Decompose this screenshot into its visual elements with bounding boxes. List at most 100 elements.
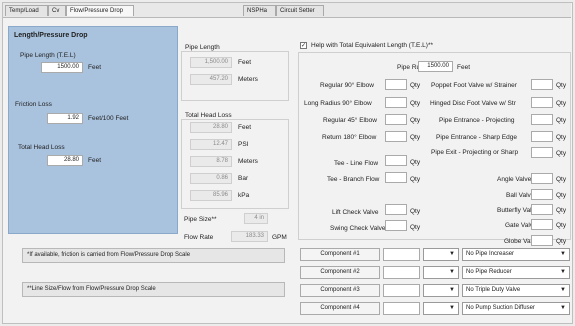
- chevron-down-icon: ▼: [449, 269, 455, 275]
- qty-label: Qty: [410, 100, 421, 107]
- tab-flow-pressure-drop[interactable]: Flow/Pressure Drop: [66, 5, 134, 16]
- chevron-down-icon: ▼: [560, 269, 566, 275]
- head-loss-kpa-unit: kPa: [238, 192, 250, 199]
- tel-help-checkbox[interactable]: ✓: [300, 42, 307, 49]
- tab-temp-load[interactable]: Temp/Load: [5, 5, 48, 16]
- component-2-button[interactable]: Component #2: [300, 266, 380, 279]
- pipe-run-input[interactable]: 1500.00: [418, 61, 453, 72]
- component-2-select[interactable]: ▼: [423, 266, 459, 279]
- head-loss-meters-unit: Meters: [238, 158, 258, 165]
- chevron-down-icon: ▼: [449, 251, 455, 257]
- tab-nspha[interactable]: NSPHa: [243, 5, 276, 16]
- pipe-length-unit: Feet: [88, 64, 102, 71]
- component-3-value[interactable]: [383, 284, 420, 297]
- qty-label: Qty: [556, 134, 567, 141]
- qty-label: Qty: [556, 176, 567, 183]
- component-2-value[interactable]: [383, 266, 420, 279]
- chevron-down-icon: ▼: [560, 305, 566, 311]
- component-4-value[interactable]: [383, 302, 420, 315]
- fitting-label: Return 180° Elbow: [322, 134, 377, 141]
- qty-label: Qty: [410, 176, 421, 183]
- qty-label: Qty: [556, 222, 567, 229]
- fitting-qty-input[interactable]: [531, 173, 553, 184]
- fitting-qty-input[interactable]: [385, 131, 407, 142]
- head-loss-psi-field: 12.47: [190, 139, 232, 150]
- component-4-select[interactable]: ▼: [423, 302, 459, 315]
- head-loss-kpa-field: 85.96: [190, 190, 232, 201]
- fitting-qty-input[interactable]: [385, 204, 407, 215]
- head-loss-meters-field: 8.78: [190, 156, 232, 167]
- total-head-loss-unit: Feet: [88, 157, 102, 164]
- qty-label: Qty: [556, 82, 567, 89]
- component-3-type-value: No Triple Duty Valve: [466, 287, 521, 293]
- total-head-loss-input[interactable]: 28.80: [47, 155, 83, 166]
- head-loss-group-title: Total Head Loss: [185, 112, 232, 119]
- component-1-select[interactable]: ▼: [423, 248, 459, 261]
- fitting-label: Hinged Disc Foot Valve w/ Str: [430, 100, 516, 107]
- pipe-length-group-title: Pipe Length: [185, 44, 220, 51]
- component-4-button[interactable]: Component #4: [300, 302, 380, 315]
- component-1-value[interactable]: [383, 248, 420, 261]
- chevron-down-icon: ▼: [449, 287, 455, 293]
- fitting-qty-input[interactable]: [385, 114, 407, 125]
- line-size-note: **Line Size/Flow from Flow/Pressure Drop…: [22, 282, 285, 297]
- friction-loss-input[interactable]: 1.92: [47, 113, 83, 124]
- component-3-select[interactable]: ▼: [423, 284, 459, 297]
- fitting-qty-input[interactable]: [531, 219, 553, 230]
- chevron-down-icon: ▼: [449, 305, 455, 311]
- fitting-qty-input[interactable]: [385, 97, 407, 108]
- panel-title: Length/Pressure Drop: [14, 32, 88, 39]
- fitting-label: Poppet Foot Valve w/ Strainer: [431, 82, 517, 89]
- pipe-length-meters-unit: Meters: [238, 76, 258, 83]
- component-2-type-value: No Pipe Reducer: [466, 269, 512, 275]
- fitting-qty-input[interactable]: [531, 189, 553, 200]
- pipe-length-feet-field: 1,500.00: [190, 57, 232, 68]
- fitting-label: Swing Check Valve: [330, 225, 386, 232]
- fitting-label: Regular 90° Elbow: [320, 82, 374, 89]
- head-loss-feet-field: 28.80: [190, 122, 232, 133]
- flow-rate-field: 183.33: [231, 231, 268, 242]
- fitting-label: Lift Check Valve: [332, 209, 379, 216]
- component-4-type-select[interactable]: No Pump Suction Diffuser ▼: [462, 302, 570, 315]
- head-loss-bar-unit: Bar: [238, 175, 249, 182]
- fitting-label: Pipe Exit - Projecting or Sharp: [431, 149, 519, 156]
- fitting-label: Angle Valve: [497, 176, 532, 183]
- head-loss-feet-unit: Feet: [238, 124, 252, 131]
- qty-label: Qty: [556, 192, 567, 199]
- qty-label: Qty: [410, 208, 421, 215]
- qty-label: Qty: [556, 100, 567, 107]
- fitting-qty-input[interactable]: [531, 97, 553, 108]
- component-3-button[interactable]: Component #3: [300, 284, 380, 297]
- component-2-type-select[interactable]: No Pipe Reducer ▼: [462, 266, 570, 279]
- qty-label: Qty: [556, 117, 567, 124]
- fitting-qty-input[interactable]: [385, 172, 407, 183]
- component-1-type-select[interactable]: No Pipe Increaser ▼: [462, 248, 570, 261]
- fitting-qty-input[interactable]: [531, 147, 553, 158]
- pipe-length-input[interactable]: 1500.00: [41, 62, 83, 73]
- component-1-button[interactable]: Component #1: [300, 248, 380, 261]
- friction-loss-label: Friction Loss: [15, 101, 52, 108]
- fitting-qty-input[interactable]: [385, 79, 407, 90]
- head-loss-bar-field: 0.86: [190, 173, 232, 184]
- qty-label: Qty: [410, 82, 421, 89]
- component-3-type-select[interactable]: No Triple Duty Valve ▼: [462, 284, 570, 297]
- qty-label: Qty: [556, 238, 567, 245]
- qty-label: Qty: [556, 207, 567, 214]
- tab-circuit-setter[interactable]: Circuit Setter: [276, 5, 324, 16]
- fitting-qty-input[interactable]: [531, 114, 553, 125]
- fitting-qty-input[interactable]: [531, 79, 553, 90]
- tab-cv[interactable]: Cv: [48, 5, 66, 16]
- fitting-qty-input[interactable]: [531, 235, 553, 246]
- fitting-qty-input[interactable]: [385, 155, 407, 166]
- total-head-loss-label: Total Head Loss: [18, 144, 65, 151]
- fitting-qty-input[interactable]: [385, 220, 407, 231]
- fitting-label: Tee - Branch Flow: [327, 176, 380, 183]
- chevron-down-icon: ▼: [560, 287, 566, 293]
- component-1-type-value: No Pipe Increaser: [466, 251, 515, 257]
- pipe-length-label: Pipe Length (T.E.L): [20, 52, 76, 59]
- flow-rate-label: Flow Rate: [184, 234, 214, 241]
- fitting-qty-input[interactable]: [531, 204, 553, 215]
- fitting-label: Long Radius 90° Elbow: [304, 100, 372, 107]
- fitting-qty-input[interactable]: [531, 131, 553, 142]
- flow-rate-unit: GPM: [272, 234, 287, 241]
